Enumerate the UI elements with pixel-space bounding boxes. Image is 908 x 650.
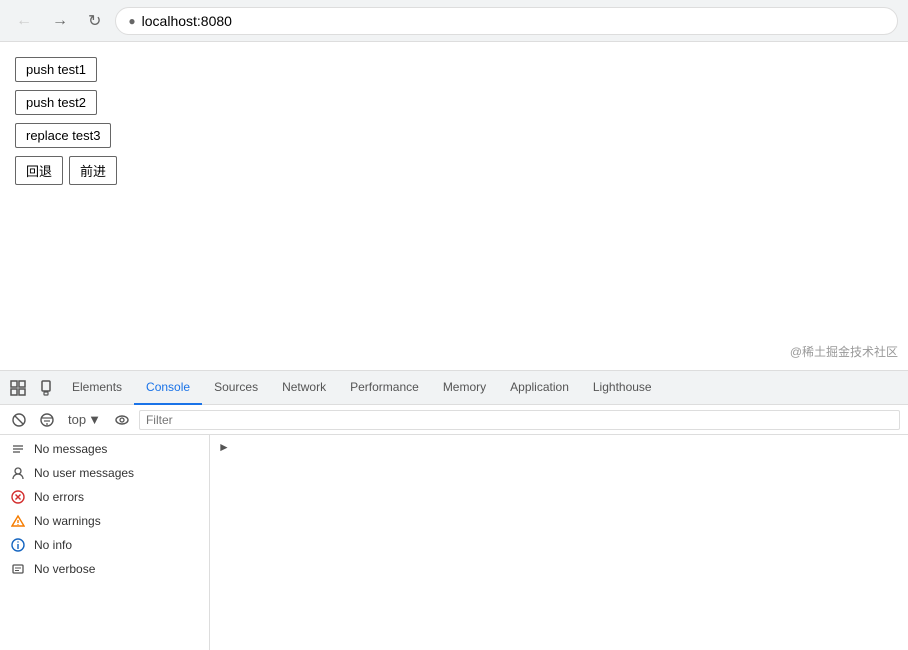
reload-button[interactable]: ↻ [82, 9, 107, 33]
no-verbose-label: No verbose [34, 562, 95, 576]
filter-input[interactable] [139, 410, 900, 430]
verbose-icon [10, 562, 26, 576]
forward-button[interactable]: → [46, 10, 74, 32]
tab-sources[interactable]: Sources [202, 371, 270, 405]
browser-chrome: ← → ↻ ● [0, 0, 908, 42]
watermark: @稀土掘金技术社区 [790, 343, 898, 360]
info-icon [10, 538, 26, 552]
filter-button[interactable] [36, 411, 58, 429]
back-button[interactable]: ← [10, 10, 38, 32]
url-input[interactable] [142, 13, 885, 29]
page-content: push test1 push test2 replace test3 回退 前… [0, 42, 908, 370]
tab-console[interactable]: Console [134, 371, 202, 405]
tab-network[interactable]: Network [270, 371, 338, 405]
sidebar-no-user-messages[interactable]: No user messages [0, 461, 209, 485]
user-icon [10, 466, 26, 480]
tab-application[interactable]: Application [498, 371, 581, 405]
console-toolbar: top ▼ [0, 405, 908, 435]
sidebar-no-info[interactable]: No info [0, 533, 209, 557]
top-context-button[interactable]: top ▼ [64, 410, 105, 429]
messages-icon [10, 442, 26, 456]
sidebar-no-warnings[interactable]: No warnings [0, 509, 209, 533]
dropdown-icon: ▼ [88, 412, 101, 427]
tab-elements[interactable]: Elements [60, 371, 134, 405]
devtools-panel: Elements Console Sources Network Perform… [0, 370, 908, 650]
forward-nav-button[interactable]: 前进 [69, 156, 117, 185]
error-icon [10, 490, 26, 504]
tab-lighthouse[interactable]: Lighthouse [581, 371, 664, 405]
tab-performance[interactable]: Performance [338, 371, 431, 405]
top-label: top [68, 412, 86, 427]
devtools-device-button[interactable] [32, 376, 60, 400]
sidebar-no-messages[interactable]: No messages [0, 437, 209, 461]
replace-test3-button[interactable]: replace test3 [15, 123, 111, 148]
back-nav-button[interactable]: 回退 [15, 156, 63, 185]
console-main: ► [210, 435, 908, 650]
eye-button[interactable] [111, 411, 133, 429]
no-errors-label: No errors [34, 490, 84, 504]
devtools-tabs-bar: Elements Console Sources Network Perform… [0, 371, 908, 405]
sidebar-no-errors[interactable]: No errors [0, 485, 209, 509]
no-user-messages-label: No user messages [34, 466, 134, 480]
nav-buttons: 回退 前进 [15, 156, 893, 185]
console-chevron: ► [214, 436, 234, 458]
warning-icon [10, 514, 26, 528]
sidebar-no-verbose[interactable]: No verbose [0, 557, 209, 581]
no-info-label: No info [34, 538, 72, 552]
devtools-inspect-button[interactable] [4, 376, 32, 400]
address-bar: ● [115, 7, 898, 35]
console-sidebar: No messages No user messages No errors N… [0, 435, 210, 650]
tab-memory[interactable]: Memory [431, 371, 498, 405]
push-test1-button[interactable]: push test1 [15, 57, 97, 82]
no-messages-label: No messages [34, 442, 107, 456]
clear-console-button[interactable] [8, 411, 30, 429]
push-test2-button[interactable]: push test2 [15, 90, 97, 115]
no-warnings-label: No warnings [34, 514, 101, 528]
console-body: No messages No user messages No errors N… [0, 435, 908, 650]
lock-icon: ● [128, 14, 135, 28]
